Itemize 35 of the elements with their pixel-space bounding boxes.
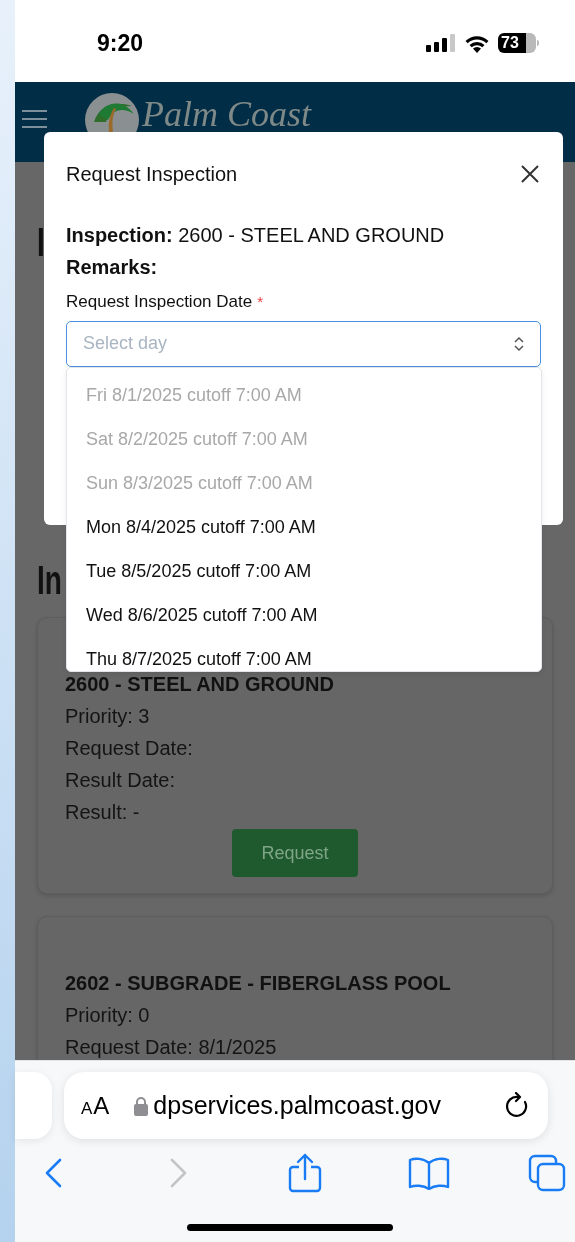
lock-icon [134, 1095, 149, 1116]
required-mark: * [257, 291, 263, 312]
wifi-icon [464, 33, 490, 53]
remarks-label: Remarks: [66, 255, 159, 280]
page-heading: I [37, 222, 45, 262]
url-text: dpservices.palmcoast.gov [153, 1089, 441, 1121]
card-detail: Priority: 3 [65, 704, 151, 729]
date-label: Request Inspection Date [66, 291, 253, 313]
bookmarks-icon[interactable] [408, 1156, 450, 1190]
signal-icon [426, 34, 456, 52]
day-option[interactable]: Tue 8/5/2025 cutoff 7:00 AM [67, 549, 541, 593]
section-heading: In [37, 560, 62, 600]
back-icon[interactable] [44, 1158, 62, 1188]
day-option[interactable]: Mon 8/4/2025 cutoff 7:00 AM [67, 505, 541, 549]
close-icon[interactable] [521, 165, 539, 183]
card-detail: Request Date: [65, 736, 194, 761]
battery-icon: 73 [498, 33, 539, 53]
card-detail: Priority: 0 [65, 1003, 151, 1028]
chevron-up-down-icon [514, 335, 524, 352]
card-detail: Request Date: 8/1/2025 [65, 1035, 278, 1060]
tabs-icon[interactable] [528, 1154, 566, 1192]
inspection-line: Inspection: 2600 - STEEL AND GROUND [66, 223, 446, 248]
day-option[interactable]: Wed 8/6/2025 cutoff 7:00 AM [67, 593, 541, 637]
card-title: 2602 - SUBGRADE - FIBERGLASS POOL [65, 971, 452, 996]
logo-wordmark: Palm Coast [142, 96, 311, 132]
dialog-title: Request Inspection [66, 162, 238, 187]
status-time: 9:20 [97, 28, 144, 58]
card-title: 2600 - STEEL AND GROUND [65, 672, 335, 697]
card-detail: Result: - [65, 800, 141, 825]
day-option[interactable]: Thu 8/7/2025 cutoff 7:00 AM [67, 637, 541, 671]
text-size-button[interactable]: AA [81, 1087, 111, 1124]
menu-icon[interactable] [22, 110, 47, 128]
address-bar[interactable]: AA dpservices.palmcoast.gov [64, 1072, 548, 1139]
share-icon[interactable] [288, 1153, 322, 1193]
card-detail: Result Date: [65, 768, 177, 793]
